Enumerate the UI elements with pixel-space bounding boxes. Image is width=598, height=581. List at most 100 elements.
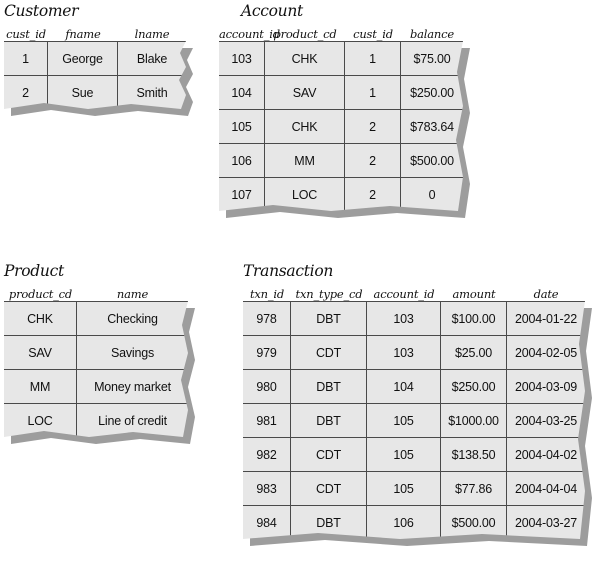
cell-date: 2004-03-27 <box>515 516 577 530</box>
table-row: 979 CDT 103 $25.00 2004-02-05 <box>243 336 585 370</box>
cell-txn-type-cd: CDT <box>291 472 367 505</box>
column-header-name: name <box>116 287 149 301</box>
column-header-date: date <box>533 287 559 301</box>
column-header-cust-id: cust_id <box>353 27 393 41</box>
cell-account-id: 104 <box>367 370 441 403</box>
cell-product-cd: CHK <box>4 302 77 335</box>
table-row: 981 DBT 105 $1000.00 2004-03-25 <box>243 404 585 438</box>
cell-account-id: 103 <box>367 336 441 369</box>
table-row: MM Money market <box>4 370 188 404</box>
cell-account-id: 105 <box>367 404 441 437</box>
cell-txn-type-cd: DBT <box>291 302 367 335</box>
column-header-cust-id: cust_id <box>6 27 46 41</box>
table-grid-customer: cust_id fname lname 1 George Blake 2 Sue Smith <box>4 20 193 116</box>
cell-amount: $25.00 <box>441 336 507 369</box>
cell-date: 2004-03-25 <box>515 413 577 428</box>
cell-lname: Blake <box>136 51 168 66</box>
cell-account-id: 103 <box>367 302 441 335</box>
cell-cust-id: 2 <box>345 110 401 143</box>
table-title-account: Account <box>241 2 303 20</box>
cell-txn-type-cd: DBT <box>291 370 367 403</box>
table-row: 982 CDT 105 $138.50 2004-04-02 <box>243 438 585 472</box>
cell-product-cd: SAV <box>4 336 77 369</box>
table-row: CHK Checking <box>4 302 188 336</box>
cell-account-id: 105 <box>219 110 265 143</box>
table-row: SAV Savings <box>4 336 188 370</box>
table-row: 980 DBT 104 $250.00 2004-03-09 <box>243 370 585 404</box>
table-body-customer: 1 George Blake 2 Sue Smith <box>4 41 186 109</box>
table-product: Product product_cd name CHK Checking SAV Sav… <box>4 262 195 444</box>
column-header-txn-type-cd: txn_type_cd <box>295 287 363 301</box>
table-grid-transaction: txn_id txn_type_cd account_id amount date 97… <box>243 280 592 546</box>
cell-cust-id: 1 <box>4 42 48 75</box>
cell-txn-id: 983 <box>243 472 291 505</box>
table-grid-account: account_id product_cd cust_id balance 103 CH… <box>219 20 470 218</box>
cell-txn-id: 982 <box>243 438 291 471</box>
cell-account-id: 106 <box>219 144 265 177</box>
cell-date: 2004-04-02 <box>515 447 577 462</box>
cell-balance: $500.00 <box>410 153 454 168</box>
table-row: 2 Sue Smith <box>4 76 186 109</box>
column-header-product-cd: product_cd <box>273 27 337 41</box>
cell-cust-id: 1 <box>345 76 401 109</box>
table-title-transaction: Transaction <box>243 262 334 280</box>
cell-balance: $250.00 <box>410 85 454 100</box>
table-row: 106 MM 2 $500.00 <box>219 144 463 178</box>
cell-txn-id: 979 <box>243 336 291 369</box>
column-header-account-id: account_id <box>373 287 435 301</box>
table-row: 983 CDT 105 $77.86 2004-04-04 <box>243 472 585 506</box>
cell-product-cd: SAV <box>265 76 345 109</box>
cell-account-id: 105 <box>367 438 441 471</box>
cell-cust-id: 1 <box>345 42 401 75</box>
table-row: 104 SAV 1 $250.00 <box>219 76 463 110</box>
cell-product-cd: CHK <box>265 110 345 143</box>
column-header-amount: amount <box>452 287 496 301</box>
cell-product-cd: CHK <box>265 42 345 75</box>
column-header-account-id: account_id <box>219 27 280 41</box>
table-body-transaction: 978 DBT 103 $100.00 2004-01-22 979 CDT 103 $25.0… <box>243 301 585 539</box>
cell-txn-id: 978 <box>243 302 291 335</box>
table-paper-account: 103 CHK 1 $75.00 104 SAV 1 $250.00 105 CHK 2 $783.6… <box>219 41 470 218</box>
cell-account-id: 105 <box>367 472 441 505</box>
table-transaction: Transaction txn_id txn_type_cd account_id a… <box>243 262 592 546</box>
cell-txn-id: 980 <box>243 370 291 403</box>
cell-amount: $138.50 <box>441 438 507 471</box>
column-header-lname: lname <box>134 27 170 41</box>
column-header-balance: balance <box>409 27 454 41</box>
cell-balance: $75.00 <box>413 51 451 66</box>
table-account: Account account_id product_cd cust_id balan… <box>219 2 470 218</box>
table-body-account: 103 CHK 1 $75.00 104 SAV 1 $250.00 105 CHK 2 $783.6… <box>219 41 463 211</box>
cell-amount: $100.00 <box>441 302 507 335</box>
table-title-customer: Customer <box>4 2 79 20</box>
cell-cust-id: 2 <box>345 144 401 177</box>
cell-amount: $1000.00 <box>441 404 507 437</box>
table-row: 1 George Blake <box>4 42 186 76</box>
table-body-product: CHK Checking SAV Savings MM Money market LOC Li… <box>4 301 188 437</box>
cell-account-id: 106 <box>367 506 441 539</box>
table-paper-transaction: 978 DBT 103 $100.00 2004-01-22 979 CDT 103 $25.0… <box>243 301 592 546</box>
cell-date: 2004-04-04 <box>515 481 577 496</box>
table-row: 978 DBT 103 $100.00 2004-01-22 <box>243 302 585 336</box>
cell-amount: $250.00 <box>441 370 507 403</box>
cell-account-id: 104 <box>219 76 265 109</box>
cell-date: 2004-01-22 <box>515 311 577 326</box>
column-header-txn-id: txn_id <box>249 287 285 301</box>
cell-date: 2004-02-05 <box>515 345 577 360</box>
table-grid-product: product_cd name CHK Checking SAV Savings MM Mo… <box>4 280 195 444</box>
cell-fname: Sue <box>48 76 118 109</box>
cell-txn-type-cd: DBT <box>291 404 367 437</box>
table-header-row-product: product_cd name <box>4 280 188 301</box>
cell-name: Savings <box>110 345 155 360</box>
cell-product-cd: MM <box>4 370 77 403</box>
cell-balance: $783.64 <box>410 119 454 134</box>
table-header-row-account: account_id product_cd cust_id balance <box>219 20 463 41</box>
table-row: 105 CHK 2 $783.64 <box>219 110 463 144</box>
table-title-product: Product <box>4 262 64 280</box>
cell-product-cd: MM <box>265 144 345 177</box>
table-header-row-customer: cust_id fname lname <box>4 20 186 41</box>
cell-date: 2004-03-09 <box>515 379 577 394</box>
column-header-product-cd: product_cd <box>8 287 73 301</box>
cell-balance: 0 <box>428 188 436 202</box>
table-customer: Customer cust_id fname lname 1 George Blake 2… <box>4 2 193 116</box>
table-row: 103 CHK 1 $75.00 <box>219 42 463 76</box>
